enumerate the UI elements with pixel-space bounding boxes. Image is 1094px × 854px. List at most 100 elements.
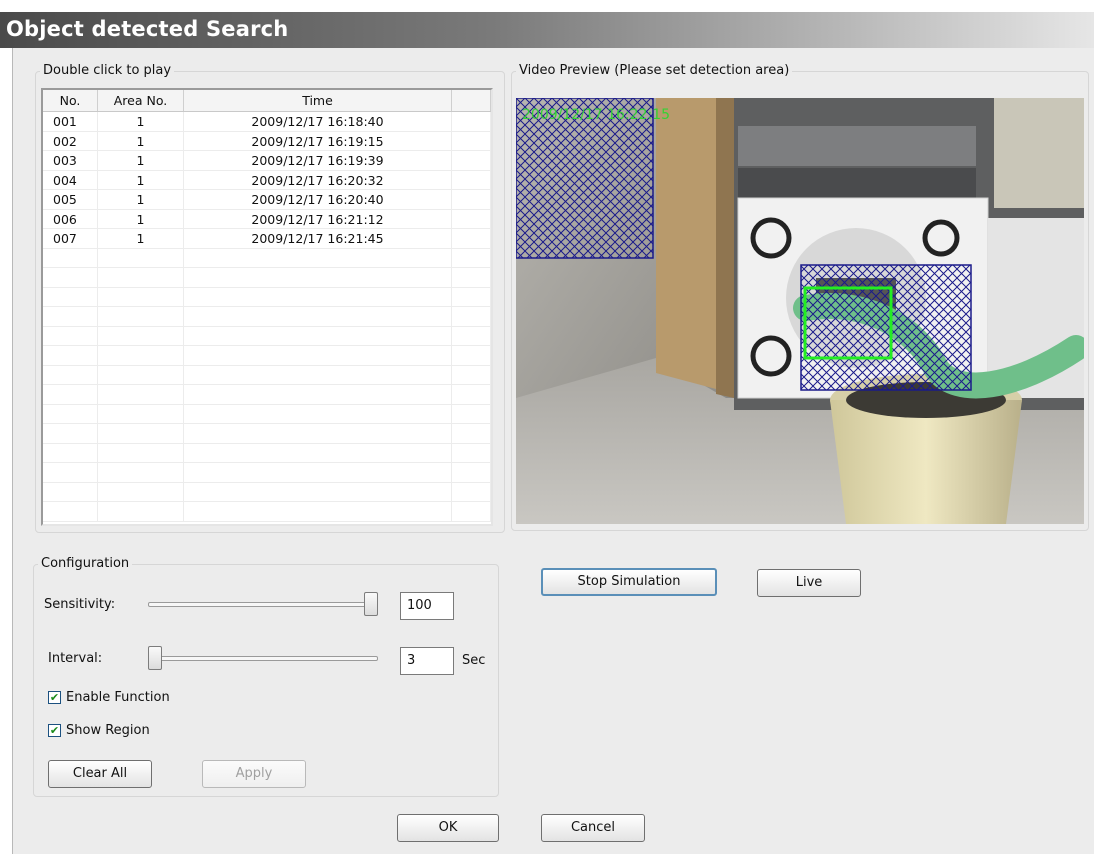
cell-empty <box>452 268 491 287</box>
cell-no: 006 <box>43 209 98 228</box>
configuration-group: Configuration Sensitivity: 100 Interval:… <box>33 556 499 797</box>
table-row[interactable]: 005 1 2009/12/17 16:20:40 <box>43 190 491 210</box>
video-preview-legend: Video Preview (Please set detection area… <box>516 63 793 78</box>
cell-empty <box>452 404 491 423</box>
cell-time: 2009/12/17 16:19:39 <box>184 151 452 170</box>
cell-no <box>43 326 98 345</box>
cell-area <box>98 404 184 423</box>
table-row[interactable]: 002 1 2009/12/17 16:19:15 <box>43 131 491 151</box>
event-list[interactable]: No. Area No. Time 001 1 2009/12/17 16:18:4… <box>41 88 493 526</box>
cell-no: 004 <box>43 170 98 189</box>
video-preview-group: Video Preview (Please set detection area… <box>511 63 1089 531</box>
cell-time <box>184 502 452 521</box>
table-row[interactable]: 003 1 2009/12/17 16:19:39 <box>43 151 491 171</box>
cell-empty <box>452 326 491 345</box>
cell-time <box>184 346 452 365</box>
empty-row <box>43 268 491 288</box>
sensitivity-slider[interactable] <box>148 602 378 607</box>
empty-row <box>43 326 491 346</box>
cell-area <box>98 385 184 404</box>
cell-no: 003 <box>43 151 98 170</box>
cancel-button[interactable]: Cancel <box>541 814 645 842</box>
column-header-no[interactable]: No. <box>43 90 98 111</box>
cell-time <box>184 463 452 482</box>
cell-area <box>98 268 184 287</box>
empty-row <box>43 424 491 444</box>
show-region-checkmark[interactable]: ✔ <box>48 724 61 737</box>
empty-row <box>43 463 491 483</box>
cell-area <box>98 365 184 384</box>
cell-area <box>98 346 184 365</box>
cell-empty <box>452 346 491 365</box>
cell-empty <box>452 287 491 306</box>
sensitivity-input[interactable]: 100 <box>400 592 454 620</box>
clear-all-button[interactable]: Clear All <box>48 760 152 788</box>
cell-empty <box>452 385 491 404</box>
sensitivity-label: Sensitivity: <box>44 597 116 612</box>
cell-area <box>98 502 184 521</box>
interval-slider-thumb[interactable] <box>148 646 162 670</box>
cell-no <box>43 424 98 443</box>
enable-function-checkmark[interactable]: ✔ <box>48 691 61 704</box>
cell-no <box>43 502 98 521</box>
cell-area <box>98 424 184 443</box>
cell-no: 005 <box>43 190 98 209</box>
cell-area: 1 <box>98 170 184 189</box>
empty-row <box>43 287 491 307</box>
cell-time <box>184 287 452 306</box>
event-list-legend: Double click to play <box>40 63 175 78</box>
table-row[interactable]: 007 1 2009/12/17 16:21:45 <box>43 229 491 249</box>
cell-area: 1 <box>98 112 184 131</box>
table-row[interactable]: 001 1 2009/12/17 16:18:40 <box>43 112 491 132</box>
cell-empty <box>452 209 491 228</box>
cell-area <box>98 248 184 267</box>
cell-time <box>184 424 452 443</box>
cell-time: 2009/12/17 16:21:12 <box>184 209 452 228</box>
cell-empty <box>452 112 491 131</box>
cell-no <box>43 463 98 482</box>
event-list-header: No. Area No. Time <box>43 90 491 112</box>
empty-row <box>43 248 491 268</box>
interval-slider[interactable] <box>148 656 378 661</box>
cell-area <box>98 326 184 345</box>
interval-input[interactable]: 3 <box>400 647 454 675</box>
cell-empty <box>452 248 491 267</box>
live-button[interactable]: Live <box>757 569 861 597</box>
video-timestamp: 2009/12/17 16:22:15 <box>522 107 670 123</box>
interval-label: Interval: <box>48 651 103 666</box>
cell-no <box>43 248 98 267</box>
cell-no <box>43 268 98 287</box>
cell-time <box>184 365 452 384</box>
cell-time <box>184 268 452 287</box>
sensitivity-slider-thumb[interactable] <box>364 592 378 616</box>
cell-empty <box>452 131 491 150</box>
cell-no <box>43 404 98 423</box>
ok-button[interactable]: OK <box>397 814 499 842</box>
cell-area: 1 <box>98 209 184 228</box>
empty-row <box>43 365 491 385</box>
video-preview[interactable]: 2009/12/17 16:22:15 <box>516 98 1084 524</box>
cell-empty <box>452 190 491 209</box>
enable-function-checkbox[interactable]: ✔ Enable Function <box>48 690 170 705</box>
cell-no <box>43 482 98 501</box>
show-region-label: Show Region <box>66 723 150 738</box>
configuration-legend: Configuration <box>38 556 133 571</box>
empty-row <box>43 307 491 327</box>
table-row[interactable]: 006 1 2009/12/17 16:21:12 <box>43 209 491 229</box>
apply-button[interactable]: Apply <box>202 760 306 788</box>
cell-no: 001 <box>43 112 98 131</box>
column-header-area[interactable]: Area No. <box>98 90 184 111</box>
cell-time <box>184 248 452 267</box>
show-region-checkbox[interactable]: ✔ Show Region <box>48 723 150 738</box>
window-title: Object detected Search <box>6 17 289 41</box>
cell-empty <box>452 463 491 482</box>
cell-empty <box>452 170 491 189</box>
event-list-group: Double click to play No. Area No. Time 0… <box>35 63 505 533</box>
title-bar[interactable]: Object detected Search <box>0 12 1094 48</box>
column-header-time[interactable]: Time <box>184 90 452 111</box>
cell-no: 002 <box>43 131 98 150</box>
empty-row <box>43 404 491 424</box>
cell-empty <box>452 424 491 443</box>
stop-simulation-button[interactable]: Stop Simulation <box>541 568 717 596</box>
table-row[interactable]: 004 1 2009/12/17 16:20:32 <box>43 170 491 190</box>
